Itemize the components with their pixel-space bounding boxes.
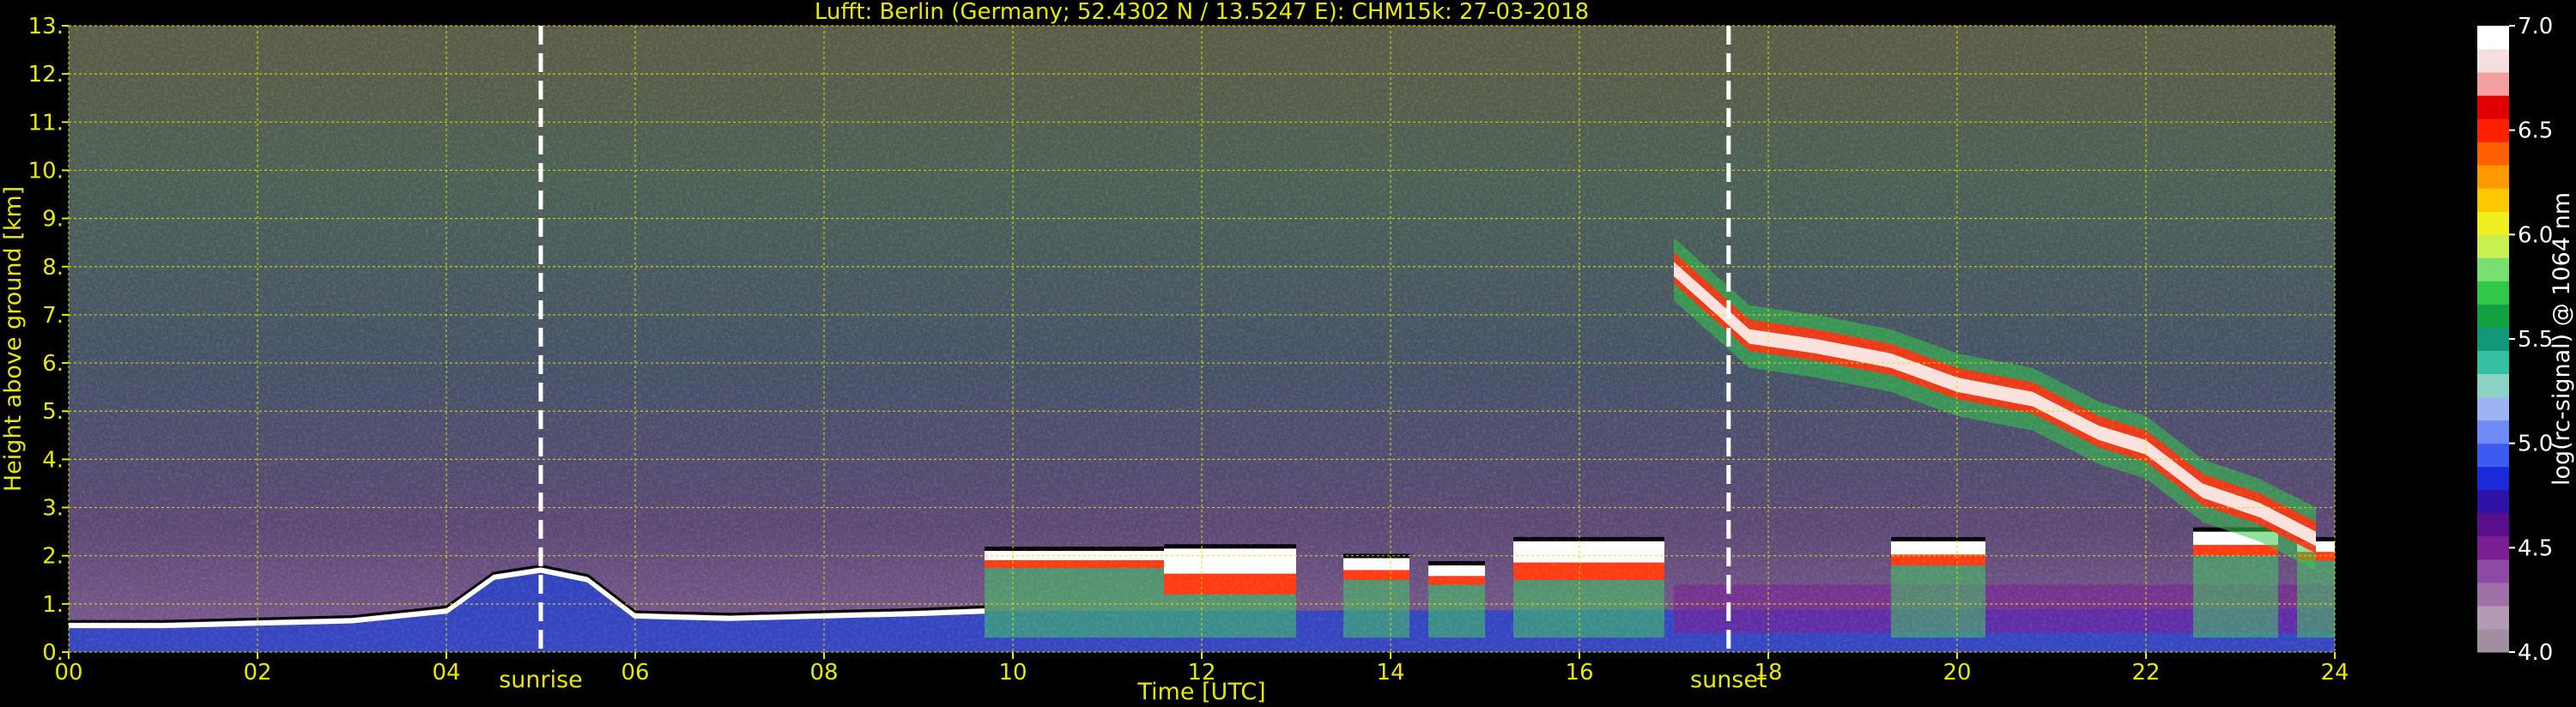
colorbar-label: log(rc-signal) @ 1064 nm — [2549, 192, 2575, 486]
colorbar-tick-label: 4.5 — [2518, 535, 2553, 561]
colorbar-cell — [2477, 420, 2509, 444]
colorbar-cell — [2477, 535, 2509, 560]
y-tick-label: 6. — [42, 351, 64, 377]
y-axis-label: Height above ground [km] — [0, 186, 27, 492]
colorbar-cell — [2477, 304, 2509, 328]
colorbar-cell — [2477, 512, 2509, 537]
x-tick-label: 10 — [998, 660, 1027, 686]
y-tick-label: 10. — [28, 158, 64, 184]
colorbar-cell — [2477, 281, 2509, 305]
y-tick-label: 13. — [28, 14, 64, 39]
colorbar-cell — [2477, 234, 2509, 258]
sunset-marker-label: sunset — [1690, 667, 1767, 693]
colorbar-cell — [2477, 628, 2509, 653]
colorbar-cell — [2477, 49, 2509, 73]
y-tick-label: 0. — [42, 640, 64, 666]
x-tick-label: 24 — [2320, 660, 2349, 686]
y-tick-label: 12. — [28, 62, 64, 88]
colorbar-cell — [2477, 95, 2509, 119]
y-tick-label: 1. — [42, 592, 64, 618]
colorbar-cell — [2477, 489, 2509, 514]
colorbar-tick-label: 6.5 — [2518, 118, 2553, 144]
colorbar-cell — [2477, 118, 2509, 142]
colorbar-cell — [2477, 443, 2509, 468]
colorbar-cell — [2477, 559, 2509, 583]
y-tick-label: 11. — [28, 110, 64, 136]
y-tick-label: 2. — [42, 544, 64, 570]
lidar-figure: Lufft: Berlin (Germany; 52.4302 N / 13.5… — [0, 0, 2575, 705]
x-tick-label: 16 — [1565, 660, 1593, 686]
colorbar-cell — [2477, 165, 2509, 189]
colorbar-cell — [2477, 350, 2509, 375]
chart-title: Lufft: Berlin (Germany; 52.4302 N / 13.5… — [815, 0, 1589, 25]
colorbar-cell — [2477, 582, 2509, 607]
colorbar-cell — [2477, 373, 2509, 398]
colorbar-cell — [2477, 26, 2509, 50]
colorbar-cell — [2477, 72, 2509, 96]
y-tick-label: 9. — [42, 207, 64, 233]
colorbar-cell — [2477, 396, 2509, 421]
y-tick-label: 3. — [42, 496, 64, 522]
y-tick-label: 5. — [42, 399, 64, 425]
x-tick-label: 08 — [809, 660, 838, 686]
colorbar-cell — [2477, 257, 2509, 281]
colorbar-cell — [2477, 188, 2509, 212]
x-tick-label: 22 — [2131, 660, 2160, 686]
x-tick-label: 04 — [432, 660, 460, 686]
x-axis-label: Time [UTC] — [1136, 679, 1265, 705]
colorbar: 4.04.55.05.56.06.57.0 log(rc-signal) @ 1… — [2477, 14, 2575, 666]
colorbar-cell — [2477, 466, 2509, 491]
x-tick-label: 06 — [621, 660, 649, 686]
colorbar-tick-label: 7.0 — [2518, 14, 2553, 39]
x-tick-label: 14 — [1376, 660, 1404, 686]
colorbar-cell — [2477, 605, 2509, 630]
colorbar-cell — [2477, 327, 2509, 352]
y-tick-label: 8. — [42, 255, 64, 281]
sunrise-marker-label: sunrise — [499, 667, 583, 693]
x-tick-label: 20 — [1943, 660, 1971, 686]
x-tick-label: 02 — [243, 660, 271, 686]
colorbar-cell — [2477, 142, 2509, 166]
plot-area — [68, 25, 2336, 653]
y-tick-label: 7. — [42, 303, 64, 329]
y-tick-label: 4. — [42, 447, 64, 473]
colorbar-cell — [2477, 211, 2509, 235]
colorbar-tick-label: 4.0 — [2518, 640, 2553, 666]
